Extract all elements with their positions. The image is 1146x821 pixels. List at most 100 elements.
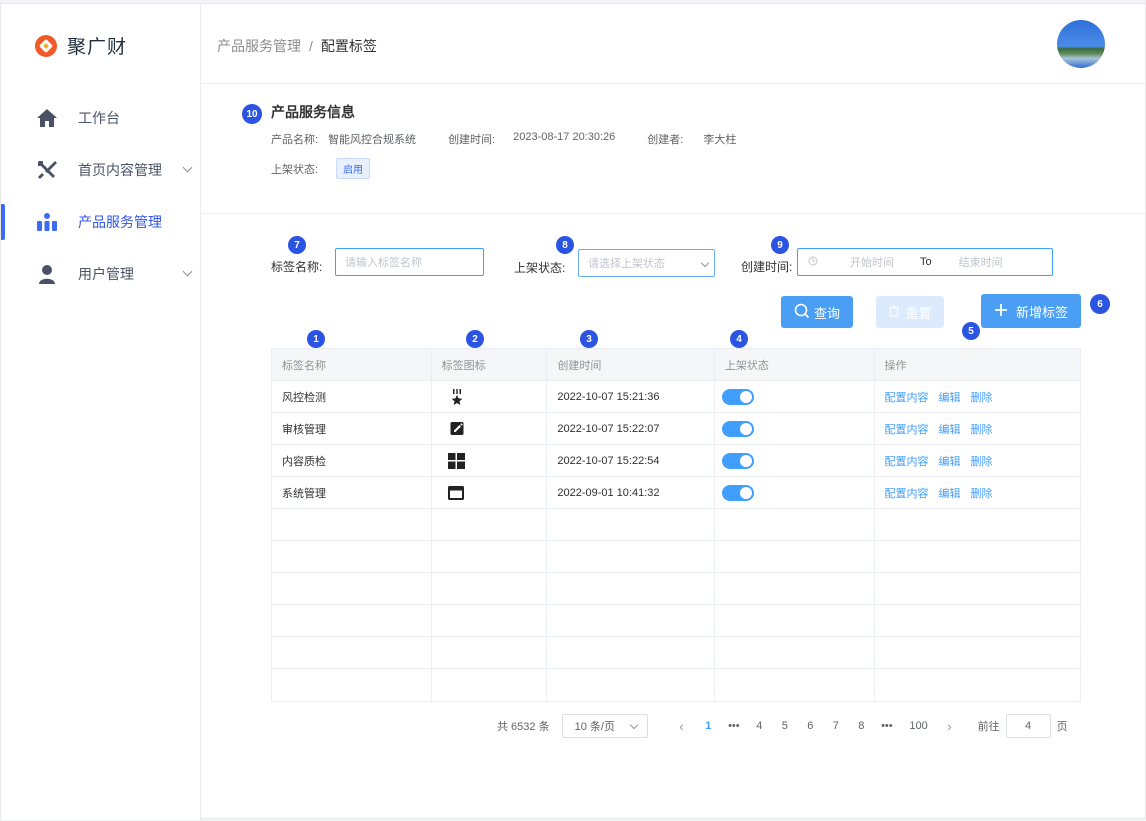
prev-page-icon[interactable]: ‹ <box>676 719 688 734</box>
page-ellipsis[interactable]: ••• <box>874 720 900 732</box>
sidebar-item-label: 工作台 <box>78 110 120 126</box>
edit-link[interactable]: 编辑 <box>939 421 961 437</box>
status-cell <box>715 477 875 508</box>
sidebar-item-home-content[interactable]: 首页内容管理 <box>1 144 201 196</box>
status-toggle[interactable] <box>721 452 754 469</box>
empty-cell <box>547 669 715 701</box>
configure-content-link[interactable]: 配置内容 <box>885 453 929 469</box>
goto-page-input[interactable]: 4 <box>1005 714 1051 738</box>
edit-link[interactable]: 编辑 <box>939 453 961 469</box>
table-row-empty <box>272 541 1080 573</box>
table-row-empty <box>272 509 1080 541</box>
status-toggle[interactable] <box>721 420 754 437</box>
table-row: 内容质检 2022-10-07 15:22:54 配置内容 编辑 删除 <box>272 445 1080 477</box>
empty-cell <box>715 573 875 604</box>
product-name-value: 智能风控合规系统 <box>328 134 417 146</box>
page-number[interactable]: 100 <box>900 720 938 732</box>
sidebar-item-users[interactable]: 用户管理 <box>1 248 201 300</box>
reset-button[interactable]: 重置 <box>876 296 944 328</box>
breadcrumb-parent[interactable]: 产品服务管理 <box>217 36 301 56</box>
actions-cell: 配置内容 编辑 删除 <box>875 477 1080 508</box>
page-number[interactable]: 7 <box>823 720 849 732</box>
edit-link[interactable]: 编辑 <box>939 389 961 405</box>
tag-name-cell: 风控检测 <box>272 381 432 412</box>
date-range-separator: To <box>920 256 932 268</box>
pagination: 共 6532 条 10 条/页 ‹ 1 ••• 4 5 6 7 8 ••• 10… <box>497 713 1068 739</box>
query-button[interactable]: 查询 <box>781 296 853 328</box>
created-label: 创建时间: <box>448 134 496 146</box>
tag-name-input[interactable]: 请输入标签名称 <box>335 248 484 276</box>
status-toggle[interactable] <box>721 484 754 501</box>
actions-cell: 配置内容 编辑 删除 <box>875 381 1080 412</box>
add-tag-button-label: 新增标签 <box>1015 304 1068 320</box>
start-date-placeholder[interactable]: 开始时间 <box>850 254 894 270</box>
created-time-cell: 2022-10-07 15:22:54 <box>547 445 715 476</box>
configure-content-link[interactable]: 配置内容 <box>885 389 929 405</box>
add-tag-button[interactable]: 新增标签 <box>981 294 1081 328</box>
page-number[interactable]: 6 <box>798 720 824 732</box>
empty-cell <box>547 541 715 572</box>
annotation-badge-7: 7 <box>288 236 306 254</box>
status-label: 上架状态: <box>271 163 319 176</box>
sidebar-nav: 工作台 首页内容管理 产品服务管理 用户管理 <box>1 92 201 300</box>
delete-link[interactable]: 删除 <box>971 485 993 501</box>
status-select[interactable]: 请选择上架状态 <box>578 249 715 277</box>
empty-cell <box>715 669 875 701</box>
annotation-badge-5: 5 <box>962 322 980 340</box>
next-page-icon[interactable]: › <box>944 719 956 734</box>
table-row-empty <box>272 637 1080 669</box>
tag-name-label: 标签名称: <box>271 260 323 274</box>
empty-cell <box>875 669 1080 701</box>
end-date-placeholder[interactable]: 结束时间 <box>959 254 1003 270</box>
annotation-badge-2: 2 <box>466 330 484 348</box>
status-toggle[interactable] <box>721 388 754 405</box>
empty-cell <box>715 605 875 636</box>
empty-cell <box>432 605 548 636</box>
column-header: 操作 <box>884 359 907 372</box>
goto-label: 前往 <box>977 721 1000 733</box>
trash-icon <box>888 305 900 320</box>
product-name-label: 产品名称: <box>271 134 319 146</box>
empty-cell <box>272 669 432 701</box>
delete-link[interactable]: 删除 <box>971 421 993 437</box>
status-badge: 启用 <box>336 158 371 179</box>
actions-cell: 配置内容 编辑 删除 <box>875 445 1080 476</box>
user-icon <box>36 263 58 285</box>
page-size-select[interactable]: 10 条/页 <box>561 714 648 738</box>
sidebar-item-product-service[interactable]: 产品服务管理 <box>1 196 201 248</box>
edit-link[interactable]: 编辑 <box>939 485 961 501</box>
page-number[interactable]: 5 <box>772 720 798 732</box>
time-filter-label: 创建时间: <box>741 260 793 274</box>
page-number[interactable]: 1 <box>696 720 722 732</box>
breadcrumb-current: 配置标签 <box>320 38 377 54</box>
date-range-picker[interactable]: 开始时间 To 结束时间 <box>797 248 1053 276</box>
delete-link[interactable]: 删除 <box>971 389 993 405</box>
table-header: 标签名称 标签图标 创建时间 上架状态 操作 <box>272 349 1080 381</box>
page-number[interactable]: 4 <box>747 720 773 732</box>
tag-name-placeholder: 请输入标签名称 <box>345 257 422 269</box>
empty-cell <box>875 541 1080 572</box>
configure-content-link[interactable]: 配置内容 <box>885 421 929 437</box>
avatar[interactable] <box>1057 20 1105 68</box>
sidebar-item-workbench[interactable]: 工作台 <box>1 92 201 144</box>
org-chart-icon <box>36 211 58 233</box>
status-cell <box>715 413 875 444</box>
delete-link[interactable]: 删除 <box>971 453 993 469</box>
logo[interactable]: 聚广财 <box>35 32 127 59</box>
page-number[interactable]: 8 <box>849 720 875 732</box>
page-ellipsis[interactable]: ••• <box>721 720 747 732</box>
status-filter-label: 上架状态: <box>514 261 566 275</box>
search-icon <box>794 303 810 322</box>
empty-cell <box>272 509 432 540</box>
tag-name-cell: 内容质检 <box>272 445 432 476</box>
table-row-empty <box>272 573 1080 605</box>
home-icon <box>36 107 58 129</box>
plus-icon <box>994 303 1008 320</box>
sidebar-item-label: 首页内容管理 <box>78 162 162 178</box>
configure-content-link[interactable]: 配置内容 <box>885 485 929 501</box>
empty-cell <box>875 605 1080 636</box>
empty-cell <box>432 637 548 668</box>
status-cell <box>715 381 875 412</box>
info-row: 产品名称: 智能风控合规系统 创建时间: 2023-08-17 20:30:26… <box>271 131 746 147</box>
created-time-cell: 2022-10-07 15:21:36 <box>547 381 715 412</box>
